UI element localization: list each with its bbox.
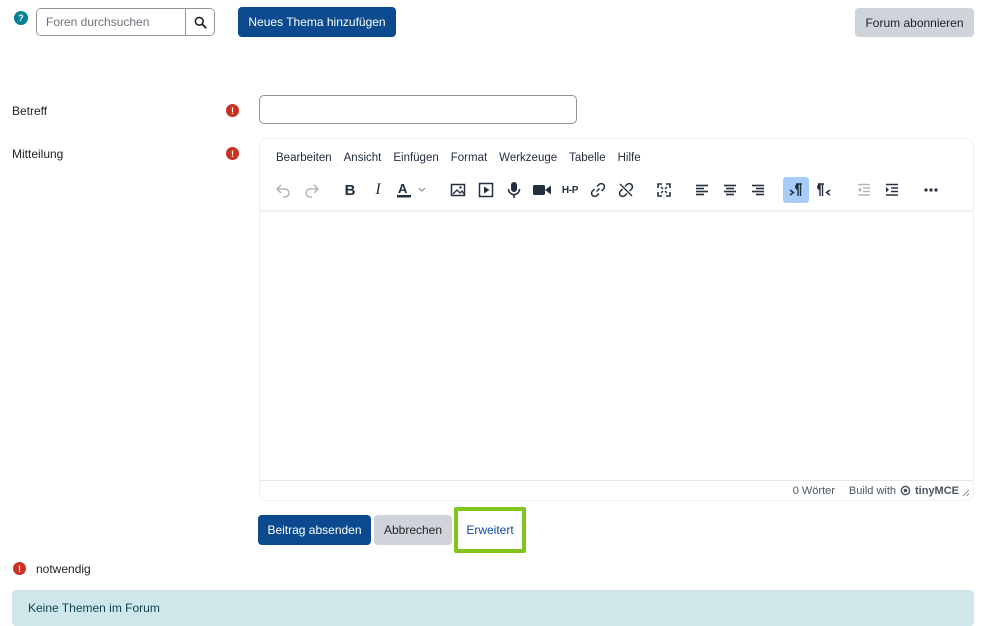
menu-view[interactable]: Ansicht — [338, 150, 388, 166]
image-icon — [450, 183, 466, 197]
link-icon — [590, 182, 606, 198]
text-color-icon: A — [397, 181, 426, 198]
outdent-button[interactable] — [851, 177, 877, 203]
record-video-button[interactable] — [529, 177, 555, 203]
align-center-button[interactable] — [717, 177, 743, 203]
rich-text-editor: Bearbeiten Ansicht Einfügen Format Werkz… — [259, 138, 974, 501]
more-button[interactable] — [918, 177, 944, 203]
undo-button[interactable] — [270, 177, 296, 203]
editor-content-area[interactable] — [260, 213, 973, 479]
menu-format[interactable]: Format — [445, 150, 493, 166]
subject-field[interactable] — [259, 95, 577, 124]
word-count[interactable]: 0 Wörter — [793, 485, 835, 497]
tinymce-brand: tinyMCE — [915, 484, 959, 497]
exclamation-icon: ! — [226, 104, 239, 117]
add-topic-button[interactable]: Neues Thema hinzufügen — [238, 7, 396, 37]
subscribe-forum-button[interactable]: Forum abonnieren — [855, 8, 974, 37]
fullscreen-button[interactable] — [651, 177, 677, 203]
h5p-icon: H-P — [561, 184, 579, 196]
message-label: Mitteilung — [12, 147, 64, 161]
align-left-button[interactable] — [689, 177, 715, 203]
h5p-button[interactable]: H-P — [557, 177, 583, 203]
indent-icon — [886, 183, 898, 196]
tinymce-logo-icon — [900, 485, 911, 496]
advanced-link[interactable]: Erweitert — [466, 523, 513, 537]
cancel-button[interactable]: Abbrechen — [374, 515, 452, 545]
search-input[interactable] — [37, 9, 185, 35]
subject-label: Betreff — [12, 104, 48, 118]
menu-table[interactable]: Tabelle — [563, 150, 611, 166]
media-icon — [478, 182, 494, 198]
exclamation-icon: ! — [226, 147, 239, 160]
undo-icon — [275, 184, 290, 198]
bold-icon: B — [344, 181, 356, 199]
redo-icon — [305, 184, 320, 198]
rtl-icon — [817, 183, 831, 196]
unlink-button[interactable] — [613, 177, 639, 203]
no-topics-notice: Keine Themen im Forum — [12, 590, 974, 626]
align-right-icon — [752, 184, 764, 196]
menu-edit[interactable]: Bearbeiten — [270, 150, 338, 166]
record-video-icon — [533, 185, 551, 195]
search-button[interactable] — [185, 9, 214, 35]
align-left-icon — [696, 184, 708, 196]
forum-search — [36, 8, 215, 36]
menu-help[interactable]: Hilfe — [612, 150, 647, 166]
required-legend: notwendig — [36, 562, 91, 576]
exclamation-icon: ! — [13, 562, 26, 575]
bold-button[interactable]: B — [337, 177, 363, 203]
advanced-highlight: Erweitert — [454, 507, 526, 553]
question-icon[interactable]: ? — [14, 11, 28, 25]
italic-button[interactable]: I — [365, 177, 391, 203]
search-icon — [194, 16, 207, 29]
editor-menubar: Bearbeiten Ansicht Einfügen Format Werkz… — [270, 150, 647, 166]
rtl-button[interactable] — [811, 177, 837, 203]
record-audio-icon — [507, 182, 521, 198]
align-center-icon — [724, 184, 736, 196]
align-right-button[interactable] — [745, 177, 771, 203]
unlink-icon — [618, 182, 634, 198]
menu-insert[interactable]: Einfügen — [387, 150, 444, 166]
text-color-button[interactable]: A — [393, 177, 433, 203]
italic-icon: I — [375, 181, 381, 198]
more-icon — [924, 188, 938, 192]
build-with-text: Build with — [848, 484, 896, 497]
resize-handle-icon[interactable] — [962, 489, 970, 497]
notice-text: Keine Themen im Forum — [28, 601, 160, 615]
submit-post-button[interactable]: Beitrag absenden — [258, 515, 371, 545]
ltr-icon — [789, 183, 802, 196]
brand-credit[interactable]: Build with tinyMCE — [849, 485, 959, 497]
menu-tools[interactable]: Werkzeuge — [493, 150, 563, 166]
record-audio-button[interactable] — [501, 177, 527, 203]
indent-button[interactable] — [879, 177, 905, 203]
media-button[interactable] — [473, 177, 499, 203]
redo-button[interactable] — [299, 177, 325, 203]
editor-toolbar: B I A H-P — [268, 177, 965, 203]
svg-text:A: A — [398, 181, 408, 196]
outdent-icon — [858, 183, 870, 196]
image-button[interactable] — [445, 177, 471, 203]
ltr-button[interactable] — [783, 177, 809, 203]
editor-statusbar: 0 Wörter Build with tinyMCE — [260, 480, 973, 500]
link-button[interactable] — [585, 177, 611, 203]
fullscreen-icon — [657, 183, 671, 197]
